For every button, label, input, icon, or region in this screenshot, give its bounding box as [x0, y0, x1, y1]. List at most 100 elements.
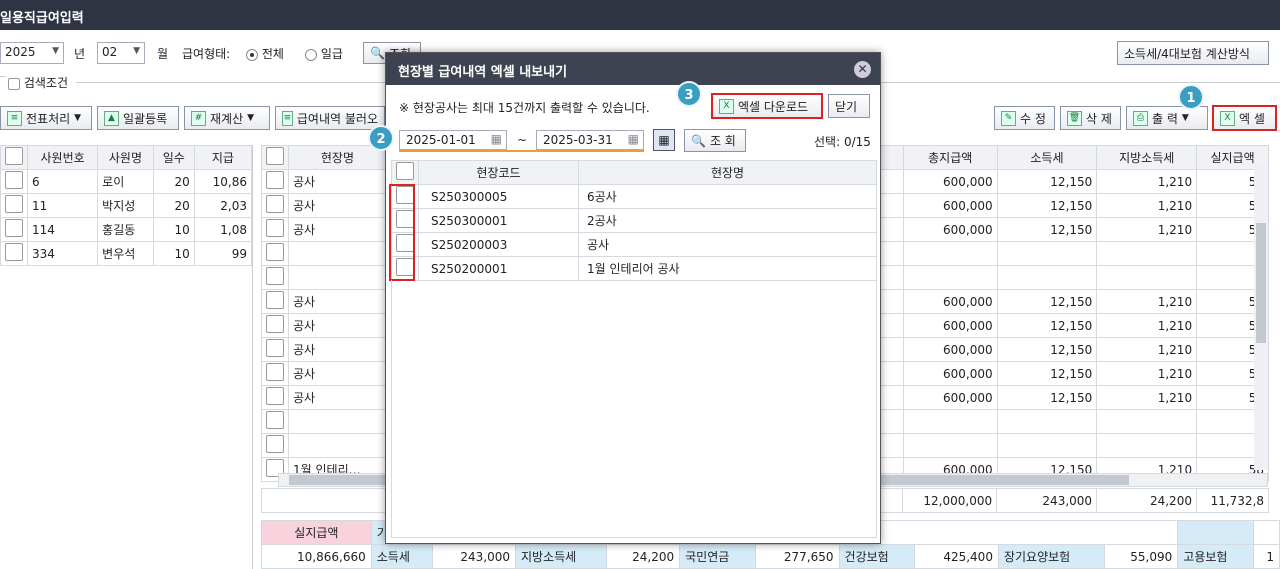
table-cell: 600,000	[902, 169, 998, 194]
row-checkbox[interactable]	[261, 409, 289, 434]
total-cell: 12,000,000	[902, 488, 998, 513]
checkbox-icon	[266, 147, 284, 165]
table-cell: 600,000	[902, 337, 998, 362]
table-cell: 공사	[288, 169, 387, 194]
table-cell: 공사	[288, 361, 387, 386]
load-pay-button[interactable]: ≡ 급여내역 불러오	[275, 106, 385, 130]
table-cell: S250300001	[418, 208, 579, 233]
row-checkbox[interactable]	[261, 385, 289, 410]
row-checkbox[interactable]	[261, 217, 289, 242]
header-checkbox[interactable]	[0, 145, 28, 170]
table-cell	[902, 265, 998, 290]
table-cell	[288, 409, 387, 434]
row-checkbox[interactable]	[0, 169, 28, 194]
summary-value: 1	[1253, 544, 1280, 569]
row-checkbox[interactable]	[261, 169, 289, 194]
table-row[interactable]: S250200003 공사	[391, 232, 877, 257]
print-button[interactable]: ⎙ 출 력 ▼	[1126, 106, 1208, 130]
splitter[interactable]	[252, 145, 253, 569]
excel-button[interactable]: X엑 셀	[1212, 105, 1277, 131]
edit-label: 수 정	[1020, 111, 1046, 126]
checkbox-icon	[266, 267, 284, 285]
table-cell: 로이	[97, 169, 154, 194]
row-checkbox[interactable]	[261, 241, 289, 266]
col-header: 현장명	[288, 145, 387, 170]
scroll-thumb[interactable]	[1256, 223, 1266, 343]
table-cell: 20	[152, 193, 195, 218]
col-header: 현장코드	[418, 160, 579, 185]
row-checkbox[interactable]	[0, 193, 28, 218]
table-row[interactable]: S250300005 6공사	[391, 184, 877, 209]
total-cell: 11,732,8	[1195, 488, 1270, 513]
table-cell: 12,150	[996, 313, 1098, 338]
table-row[interactable]: S250200001 1월 인테리어 공사	[391, 256, 877, 281]
date-to-input[interactable]: 2025-03-31 ▦	[536, 130, 644, 150]
row-checkbox[interactable]	[261, 289, 289, 314]
table-cell: 2,03	[193, 193, 253, 218]
checkbox-icon	[266, 195, 284, 213]
step-badge-2: 2	[368, 125, 394, 151]
radio-all[interactable]: 전체	[246, 45, 284, 62]
row-checkbox[interactable]	[0, 217, 28, 242]
recalc-button[interactable]: # 재계산 ▼	[184, 106, 270, 130]
row-checkbox[interactable]	[261, 313, 289, 338]
summary-label: 건강보험	[838, 544, 916, 569]
radio-daily-label: 일급	[320, 47, 343, 61]
edit-button[interactable]: ✎ 수 정	[994, 106, 1055, 130]
row-checkbox[interactable]	[261, 337, 289, 362]
table-row[interactable]: 334 변우석 10 99	[0, 241, 253, 266]
table-cell	[902, 241, 998, 266]
search-cond-toggle[interactable]: 검색조건	[8, 74, 68, 91]
header-checkbox[interactable]	[261, 145, 289, 170]
table-row[interactable]: S250300001 2공사	[391, 208, 877, 233]
load-pay-label: 급여내역 불러오	[296, 111, 378, 126]
tax-method-label: 소득세/4대보험 계산방식	[1124, 46, 1250, 61]
query-label: 조 회	[709, 134, 736, 148]
table-cell	[1096, 241, 1198, 266]
table-row[interactable]: 114 홍길동 10 1,08	[0, 217, 253, 242]
table-empty-area	[391, 280, 877, 538]
close-icon[interactable]: ✕	[854, 61, 871, 78]
calendar-icon[interactable]: ▦	[491, 132, 502, 146]
header-checkbox[interactable]	[391, 160, 419, 185]
tilde: ~	[517, 133, 528, 147]
notice-text: ※ 현장공사는 최대 15건까지 출력할 수 있습니다.	[399, 101, 650, 115]
table-cell	[288, 433, 387, 458]
tax-method-button[interactable]: 소득세/4대보험 계산방식	[1117, 41, 1269, 65]
table-row[interactable]: 6 로이 20 10,86	[0, 169, 253, 194]
table-row[interactable]: 11 박지성 20 2,03	[0, 193, 253, 218]
year-select[interactable]: 2025 ▼	[0, 42, 64, 64]
query-button[interactable]: 🔍 조 회	[684, 129, 746, 152]
col-header: 지방소득세	[1096, 145, 1198, 170]
checkbox-icon	[266, 411, 284, 429]
bulk-register-button[interactable]: ▲ 일괄등록	[97, 106, 179, 130]
summary-label: 국민연금	[679, 544, 757, 569]
radio-on-icon	[246, 48, 258, 61]
row-checkbox[interactable]	[261, 193, 289, 218]
month-select[interactable]: 02 ▼	[97, 42, 145, 64]
summary-value: 55,090	[1104, 544, 1179, 569]
table-cell: 1,210	[1096, 337, 1198, 362]
table-cell: 1,210	[1096, 193, 1198, 218]
voucher-label: 전표처리	[26, 111, 71, 126]
doc-icon: ≡	[7, 110, 22, 126]
calendar-icon[interactable]: ▦	[653, 129, 675, 151]
row-checkbox[interactable]	[261, 433, 289, 458]
radio-daily[interactable]: 일급	[305, 45, 343, 62]
table-cell: 1,210	[1096, 217, 1198, 242]
table-cell: 공사	[288, 385, 387, 410]
close-button[interactable]: 닫기	[828, 94, 870, 118]
chevron-down-icon: ▼	[52, 46, 59, 56]
voucher-button[interactable]: ≡ 전표처리 ▼	[0, 106, 92, 130]
table-cell	[996, 265, 1098, 290]
summary-value: 243,000	[431, 544, 516, 569]
delete-button[interactable]: 🗑 삭 제	[1060, 106, 1121, 130]
row-checkbox[interactable]	[261, 361, 289, 386]
row-checkbox[interactable]	[261, 265, 289, 290]
excel-download-button[interactable]: X 엑셀 다운로드	[711, 93, 823, 119]
v-scrollbar[interactable]	[1254, 165, 1268, 470]
row-checkbox[interactable]	[0, 241, 28, 266]
table-cell: 12,150	[996, 193, 1098, 218]
date-from-input[interactable]: 2025-01-01 ▦	[399, 130, 507, 150]
calendar-icon[interactable]: ▦	[628, 132, 639, 146]
